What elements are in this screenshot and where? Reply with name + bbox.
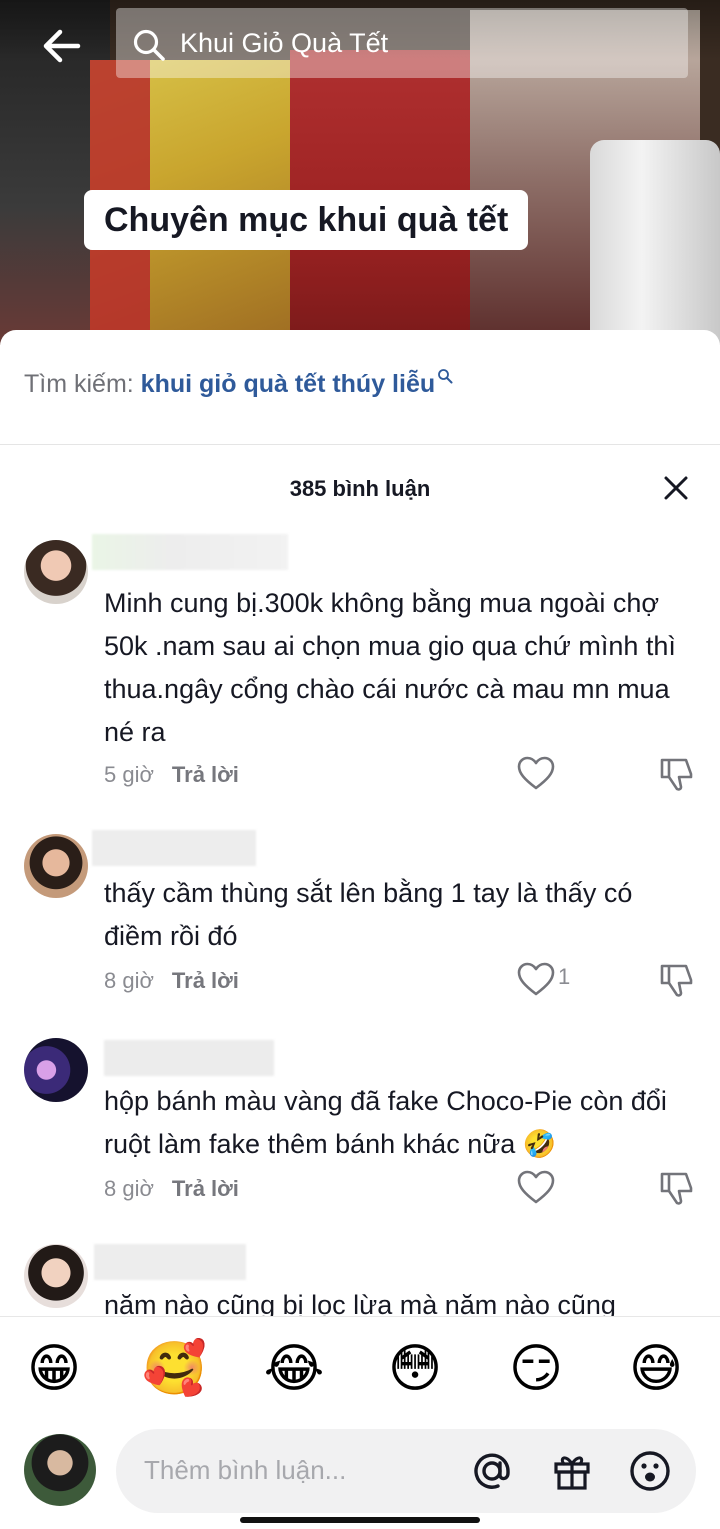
video-background[interactable]: Khui Giỏ Quà Tết Chuyên mục khui quà tết [0,0,720,345]
comment-time: 5 giờ [104,762,154,787]
search-bar[interactable]: Khui Giỏ Quà Tết [116,8,688,78]
suggestion-term[interactable]: khui giỏ quà tết thúy liễu [141,370,435,398]
heart-icon[interactable] [516,754,556,794]
home-indicator [240,1517,480,1523]
emoji-grin[interactable]: 😁 [22,1337,86,1401]
emoji-flushed[interactable]: 😳 [383,1337,447,1401]
comment-item: thấy cầm thùng sắt lên bằng 1 tay là thấ… [0,826,720,1016]
dislike-icon[interactable] [656,1168,696,1208]
video-caption: Chuyên mục khui quà tết [84,190,529,250]
emoji-smirk[interactable]: 😏 [504,1337,568,1401]
comment-text: Minh cung bị.300k không bằng mua ngoài c… [104,588,676,747]
comment-time: 8 giờ [104,968,154,993]
username-blurred [92,534,288,570]
reply-button[interactable]: Trả lời [172,1176,239,1201]
comment-item: Minh cung bị.300k không bằng mua ngoài c… [0,530,720,810]
comment-text: thấy cầm thùng sắt lên bằng 1 tay là thấ… [104,878,633,951]
gift-icon[interactable] [550,1449,594,1493]
username-blurred [104,1040,274,1076]
comment-meta: 8 giờ Trả lời [104,968,239,994]
emoji-hearts[interactable]: 🥰 [142,1337,207,1401]
dislike-icon[interactable] [656,960,696,1000]
reply-button[interactable]: Trả lời [172,968,239,993]
emoji-tears-of-joy[interactable]: 😂 [262,1337,326,1401]
comment-text: hộp bánh màu vàng đã fake Choco-Pie còn … [104,1086,667,1159]
divider [0,444,720,445]
comment-meta: 5 giờ Trả lời [104,762,239,788]
search-suggestion[interactable]: Tìm kiếm: khui giỏ quà tết thúy liễu [24,369,453,399]
username-blurred [94,1244,246,1280]
my-avatar[interactable] [24,1434,96,1506]
heart-icon[interactable] [516,960,556,1000]
avatar[interactable] [24,834,88,898]
comment-composer: 😁 🥰 😂 😳 😏 😅 Thêm bình luận... [0,1316,720,1529]
avatar[interactable] [24,540,88,604]
like-count: 1 [558,964,571,989]
comment-text: năm nào cũng bị lọc lừa mà năm nào cũng [104,1290,616,1316]
comment-item: hộp bánh màu vàng đã fake Choco-Pie còn … [0,1036,720,1226]
avatar[interactable] [24,1244,88,1308]
dislike-icon[interactable] [656,754,696,794]
quick-emoji-row: 😁 🥰 😂 😳 😏 😅 [0,1337,720,1407]
close-icon[interactable] [660,472,692,504]
suggestion-label: Tìm kiếm: [24,370,134,398]
search-icon [133,29,165,61]
comment-item: năm nào cũng bị lọc lừa mà năm nào cũng [0,1242,720,1316]
comment-count: 385 bình luận [289,476,431,501]
back-arrow-icon[interactable] [38,22,86,70]
username-blurred [92,830,256,866]
comment-input-placeholder: Thêm bình luận... [144,1455,347,1485]
comment-input[interactable]: Thêm bình luận... [116,1429,696,1513]
video-bucket [590,140,720,345]
small-search-icon [438,369,453,384]
heart-icon[interactable] [516,1168,556,1208]
emoji-icon[interactable] [628,1449,672,1493]
emoji-sweat-smile[interactable]: 😅 [624,1337,688,1401]
avatar[interactable] [24,1038,88,1102]
search-query: Khui Giỏ Quà Tết [180,28,389,58]
comment-meta: 8 giờ Trả lời [104,1176,239,1202]
comment-time: 8 giờ [104,1176,154,1201]
reply-button[interactable]: Trả lời [172,762,239,787]
at-mention-icon[interactable] [470,1449,514,1493]
